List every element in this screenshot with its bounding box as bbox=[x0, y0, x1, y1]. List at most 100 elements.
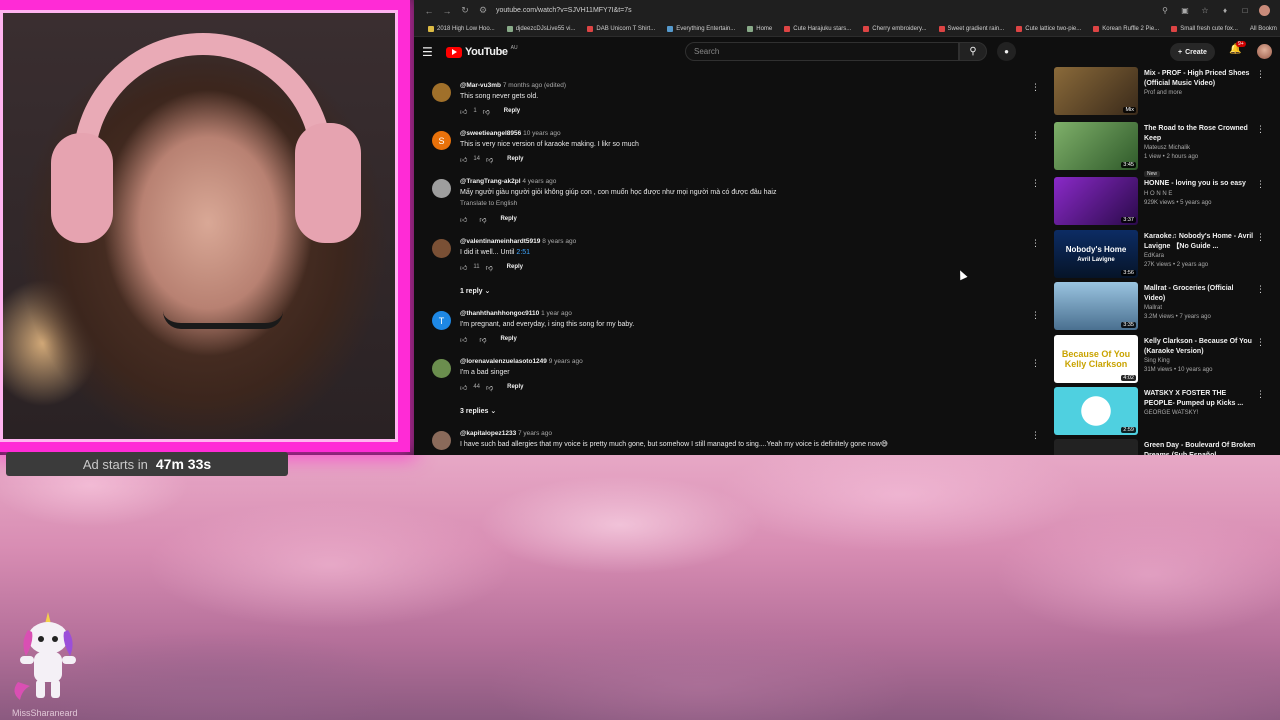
like-icon[interactable]: 👍︎ bbox=[460, 383, 467, 392]
bookmark-item[interactable]: DAB Unicorn T Shirt... bbox=[587, 25, 655, 32]
all-bookmarks[interactable]: All Bookm bbox=[1250, 26, 1277, 32]
comment-author[interactable]: @Mar-vu3mb bbox=[460, 82, 501, 89]
comment-time[interactable]: 10 years ago bbox=[523, 130, 561, 137]
video-item[interactable]: Green Day - Boulevard Of Broken Dreams (… bbox=[1054, 439, 1280, 455]
video-title[interactable]: Karaoke♫ Nobody's Home - Avril Lavigne 【… bbox=[1144, 232, 1256, 251]
replies-toggle[interactable]: 1 reply ⌄ bbox=[460, 287, 490, 295]
like-icon[interactable]: 👍︎ bbox=[460, 215, 467, 224]
comment-author[interactable]: @kapitalopez1233 bbox=[460, 430, 516, 437]
reload-icon[interactable]: ↻ bbox=[460, 5, 470, 16]
video-channel[interactable]: Prof and more bbox=[1144, 89, 1256, 98]
reply-button[interactable]: Reply bbox=[500, 336, 516, 342]
comment-avatar[interactable]: S bbox=[432, 131, 451, 150]
comment-author[interactable]: @sweetieangel8956 bbox=[460, 130, 521, 137]
comment-avatar[interactable] bbox=[432, 359, 451, 378]
bookmark-item[interactable]: Cute Harajuku stars... bbox=[784, 25, 851, 32]
comment-time[interactable]: 7 years ago bbox=[518, 430, 552, 437]
reply-button[interactable]: Reply bbox=[504, 108, 520, 114]
bookmark-item[interactable]: Sweet gradient rain... bbox=[938, 25, 1004, 32]
site-info-icon[interactable]: ⚙ bbox=[478, 5, 488, 16]
bookmark-item[interactable]: Cute lattice two-pie... bbox=[1016, 25, 1081, 32]
comment-time[interactable]: 7 months ago (edited) bbox=[503, 82, 566, 89]
more-options-icon[interactable]: ⋮ bbox=[1256, 69, 1265, 80]
mic-icon[interactable]: ● bbox=[997, 42, 1016, 61]
more-options-icon[interactable]: ⋮ bbox=[1031, 82, 1040, 93]
bookmark-item[interactable]: Korean Ruffle 2 Pie... bbox=[1093, 25, 1159, 32]
video-item[interactable]: 3:45 The Road to the Rose Crowned Keep M… bbox=[1054, 122, 1280, 177]
comment-author[interactable]: @thanhthanhhongoc9110 bbox=[460, 310, 539, 317]
reply-button[interactable]: Reply bbox=[507, 264, 523, 270]
more-options-icon[interactable]: ⋮ bbox=[1031, 238, 1040, 249]
bookmark-star-icon[interactable]: ☆ bbox=[1199, 6, 1211, 15]
more-options-icon[interactable]: ⋮ bbox=[1256, 232, 1265, 243]
more-options-icon[interactable]: ⋮ bbox=[1031, 358, 1040, 369]
comment-author[interactable]: @valentinameinhardt5919 bbox=[460, 238, 540, 245]
video-item[interactable]: Mix Mix - PROF - High Priced Shoes (Offi… bbox=[1054, 67, 1280, 117]
video-thumbnail[interactable]: Nobody's Home Avril Lavigne 3:56 bbox=[1054, 230, 1138, 278]
comment-time[interactable]: 8 years ago bbox=[542, 238, 576, 245]
extensions-icon[interactable]: ♦ bbox=[1219, 6, 1231, 15]
video-thumbnail[interactable]: 3:35 bbox=[1054, 282, 1138, 330]
video-thumbnail[interactable]: 3:45 bbox=[1054, 122, 1138, 170]
search-icon[interactable]: ⚲ bbox=[959, 42, 987, 61]
bookmark-item[interactable]: djdeezcDJsLive55 vi... bbox=[506, 25, 575, 32]
comment-avatar[interactable] bbox=[432, 239, 451, 258]
video-title[interactable]: WATSKY X FOSTER THE PEOPLE- Pumped up Ki… bbox=[1144, 389, 1256, 408]
reply-button[interactable]: Reply bbox=[507, 156, 523, 162]
comment-avatar[interactable] bbox=[432, 83, 451, 102]
bookmark-item[interactable]: 2018 High Low Hoo... bbox=[428, 25, 495, 32]
video-channel[interactable]: Mallrat bbox=[1144, 304, 1256, 313]
video-title[interactable]: Mallrat - Groceries (Official Video) bbox=[1144, 284, 1256, 303]
like-icon[interactable]: 👍︎ bbox=[460, 335, 467, 344]
comment-avatar[interactable] bbox=[432, 431, 451, 450]
like-icon[interactable]: 👍︎ bbox=[460, 155, 467, 164]
video-channel[interactable]: H O N N E bbox=[1144, 190, 1256, 199]
dislike-icon[interactable]: 👎︎ bbox=[486, 263, 493, 272]
comment-time[interactable]: 9 years ago bbox=[549, 358, 583, 365]
more-options-icon[interactable]: ⋮ bbox=[1256, 337, 1265, 348]
back-icon[interactable]: ← bbox=[424, 6, 434, 16]
zoom-icon[interactable]: ⚲ bbox=[1159, 6, 1171, 15]
create-button[interactable]: + Create bbox=[1170, 43, 1215, 61]
video-channel[interactable]: EdKara bbox=[1144, 252, 1256, 261]
comment-time[interactable]: 4 years ago bbox=[522, 178, 556, 185]
dislike-icon[interactable]: 👎︎ bbox=[483, 107, 490, 116]
video-item[interactable]: 2:59 WATSKY X FOSTER THE PEOPLE- Pumped … bbox=[1054, 387, 1280, 437]
dislike-icon[interactable]: 👎︎ bbox=[486, 155, 493, 164]
comment-avatar[interactable] bbox=[432, 179, 451, 198]
comment-author[interactable]: @TrangTrang-ak2pl bbox=[460, 178, 521, 185]
video-item[interactable]: Nobody's Home Avril Lavigne 3:56 Karaoke… bbox=[1054, 230, 1280, 280]
timestamp-link[interactable]: 2:51 bbox=[516, 249, 530, 256]
video-thumbnail[interactable]: Because Of You Kelly Clarkson 4:02 bbox=[1054, 335, 1138, 383]
profile-avatar[interactable] bbox=[1259, 5, 1270, 16]
more-options-icon[interactable]: ⋮ bbox=[1031, 430, 1040, 441]
video-title[interactable]: Mix - PROF - High Priced Shoes (Official… bbox=[1144, 69, 1256, 88]
account-avatar[interactable] bbox=[1257, 44, 1272, 59]
dislike-icon[interactable]: 👎︎ bbox=[479, 335, 486, 344]
comment-author[interactable]: @lorenavalenzuelasoto1249 bbox=[460, 358, 547, 365]
like-icon[interactable]: 👍︎ bbox=[460, 263, 467, 272]
reply-button[interactable]: Reply bbox=[500, 216, 516, 222]
youtube-logo[interactable]: YouTube AU bbox=[446, 45, 518, 58]
forward-icon[interactable]: → bbox=[442, 6, 452, 16]
video-thumbnail[interactable]: 2:59 bbox=[1054, 387, 1138, 435]
dislike-icon[interactable]: 👎︎ bbox=[486, 383, 493, 392]
bookmark-item[interactable]: Home bbox=[747, 25, 772, 32]
search-input[interactable]: Search bbox=[685, 42, 959, 61]
translate-link[interactable]: Translate to English bbox=[460, 198, 1020, 210]
more-options-icon[interactable]: ⋮ bbox=[1256, 284, 1265, 295]
like-icon[interactable]: 👍︎ bbox=[460, 107, 467, 116]
more-options-icon[interactable]: ⋮ bbox=[1031, 310, 1040, 321]
more-options-icon[interactable]: ⋮ bbox=[1031, 178, 1040, 189]
video-title[interactable]: The Road to the Rose Crowned Keep bbox=[1144, 124, 1256, 143]
video-channel[interactable]: GEORGE WATSKY! bbox=[1144, 409, 1256, 418]
address-bar[interactable]: youtube.com/watch?v=SJVH11MFY7I&t=7s bbox=[496, 7, 1151, 14]
bookmark-item[interactable]: Small fresh cute fox... bbox=[1171, 25, 1238, 32]
sidepanel-icon[interactable]: □ bbox=[1239, 6, 1251, 15]
video-title[interactable]: HONNE - loving you is so easy bbox=[1144, 179, 1256, 189]
bookmark-item[interactable]: Everything Entertain... bbox=[667, 25, 735, 32]
video-thumbnail[interactable]: 3:37 bbox=[1054, 177, 1138, 225]
install-icon[interactable]: ▣ bbox=[1179, 6, 1191, 15]
video-item[interactable]: Because Of You Kelly Clarkson 4:02 Kelly… bbox=[1054, 335, 1280, 385]
replies-toggle[interactable]: 3 replies ⌄ bbox=[460, 407, 496, 415]
